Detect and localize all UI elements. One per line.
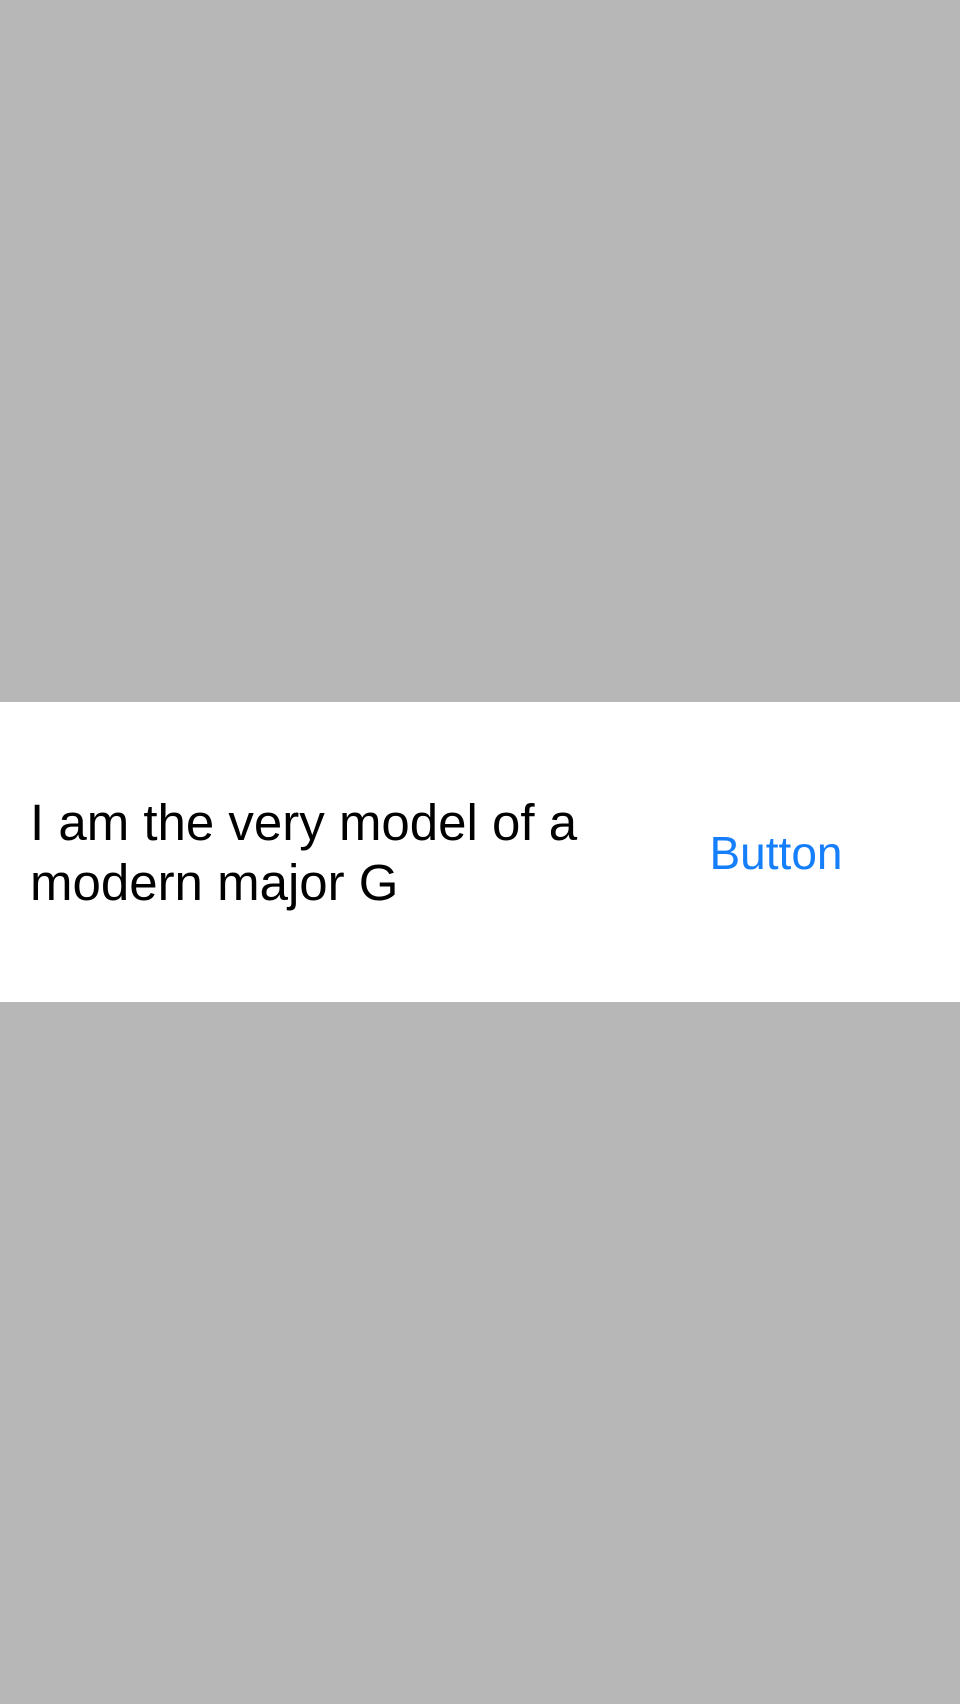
app-screen: I am the very model of a modern major G … — [0, 0, 960, 1704]
action-button[interactable]: Button — [696, 818, 856, 888]
top-backdrop — [0, 0, 960, 702]
bottom-backdrop — [0, 1002, 960, 1704]
cell-label: I am the very model of a modern major G — [30, 794, 578, 911]
content-cell: I am the very model of a modern major G … — [0, 702, 960, 1002]
